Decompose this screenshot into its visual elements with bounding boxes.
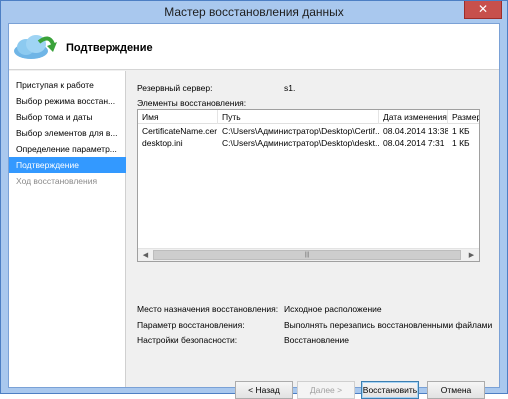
step-restore-progress: Ход восстановления xyxy=(16,176,98,186)
column-header-size[interactable]: Размер xyxy=(448,110,479,124)
cell-path: C:\Users\Администратор\Desktop\Certif... xyxy=(222,126,379,136)
column-header-modified[interactable]: Дата изменения xyxy=(379,110,448,124)
destination-value: Исходное расположение xyxy=(284,304,382,314)
column-header-path[interactable]: Путь xyxy=(218,110,379,124)
restore-items-list[interactable]: Имя Путь Дата изменения Размер Certifica… xyxy=(137,109,480,262)
column-header-name[interactable]: Имя xyxy=(138,110,218,124)
wizard-steps-sidebar: Приступая к работе Выбор режима восстан.… xyxy=(9,71,126,387)
cell-modified: 08.04.2014 13:38 xyxy=(383,126,448,136)
title-bar: Мастер восстановления данных ✕ xyxy=(1,1,507,23)
horizontal-scrollbar[interactable]: ◀ ||| ▶ xyxy=(138,248,479,261)
close-button[interactable]: ✕ xyxy=(464,1,502,19)
security-settings-value: Восстановление xyxy=(284,335,350,345)
cell-size: 1 КБ xyxy=(452,126,470,136)
scroll-left-icon[interactable]: ◀ xyxy=(139,250,152,261)
list-header: Имя Путь Дата изменения Размер xyxy=(138,110,479,124)
step-define-options[interactable]: Определение параметр... xyxy=(9,141,126,157)
table-row[interactable]: desktop.ini C:\Users\Администратор\Deskt… xyxy=(138,137,479,149)
restore-option-value: Выполнять перезапись восстановленными фа… xyxy=(284,320,493,330)
step-select-volume-date[interactable]: Выбор тома и даты xyxy=(9,109,126,125)
restore-items-label: Элементы восстановления: xyxy=(137,98,247,108)
cloud-restore-icon xyxy=(11,30,61,62)
step-select-mode[interactable]: Выбор режима восстан... xyxy=(9,93,126,109)
cell-name: desktop.ini xyxy=(142,138,183,148)
step-getting-started[interactable]: Приступая к работе xyxy=(9,77,126,93)
restore-option-label: Параметр восстановления: xyxy=(137,320,245,330)
step-select-items[interactable]: Выбор элементов для в... xyxy=(9,125,126,141)
cancel-button[interactable]: Отмена xyxy=(427,381,485,399)
wizard-header: Подтверждение xyxy=(9,24,499,70)
cell-modified: 08.04.2014 7:31 xyxy=(383,138,445,148)
window-title: Мастер восстановления данных xyxy=(164,5,344,19)
cell-name: CertificateName.cer xyxy=(142,126,218,136)
scrollbar-thumb[interactable]: ||| xyxy=(153,250,461,260)
restore-button[interactable]: Восстановить xyxy=(361,381,419,399)
backup-server-label: Резервный сервер: xyxy=(137,83,213,93)
cell-size: 1 КБ xyxy=(452,138,470,148)
cell-path: C:\Users\Администратор\Desktop\deskt... xyxy=(222,138,379,148)
main-content: Резервный сервер: s1. Элементы восстанов… xyxy=(136,71,496,399)
page-title: Подтверждение xyxy=(66,42,153,54)
back-button[interactable]: < Назад xyxy=(235,381,293,399)
security-settings-label: Настройки безопасности: xyxy=(137,335,238,345)
restore-wizard-window: Мастер восстановления данных ✕ Подтвержд… xyxy=(0,0,508,399)
destination-label: Место назначения восстановления: xyxy=(137,304,279,314)
next-button: Далее > xyxy=(297,381,355,399)
wizard-client-area: Подтверждение Приступая к работе Выбор р… xyxy=(8,23,500,399)
backup-server-value: s1. xyxy=(284,83,296,93)
step-confirmation[interactable]: Подтверждение xyxy=(9,157,126,173)
scroll-right-icon[interactable]: ▶ xyxy=(465,250,478,261)
table-row[interactable]: CertificateName.cer C:\Users\Администрат… xyxy=(138,125,479,137)
